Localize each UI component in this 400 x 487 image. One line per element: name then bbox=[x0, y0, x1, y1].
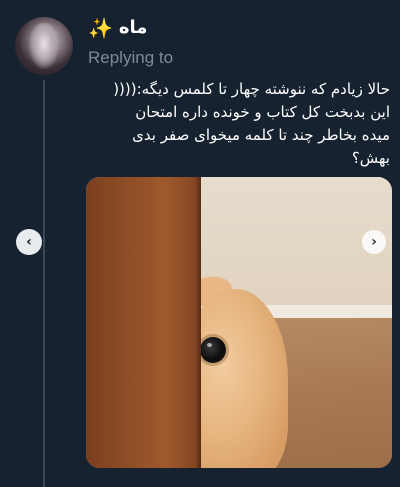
avatar[interactable] bbox=[15, 17, 73, 75]
tweet-text: حالا زیادم که ننوشته چهار تا کلمس دیگه:(… bbox=[88, 78, 390, 170]
tweet-media-image[interactable] bbox=[86, 177, 392, 468]
sparkles-icon: ✨ bbox=[88, 15, 113, 40]
replying-to-label: Replying to bbox=[88, 48, 174, 67]
chevron-right-icon: › bbox=[371, 234, 377, 250]
chevron-left-icon: ‹ bbox=[26, 234, 32, 250]
author-row[interactable]: ✨ ماه bbox=[88, 17, 147, 38]
tweet-text-line: حالا زیادم که ننوشته چهار تا کلمس دیگه:(… bbox=[113, 80, 390, 98]
author-name[interactable]: ماه bbox=[119, 17, 148, 38]
tweet-reply-screen: ✨ ماه Replying to حالا زیادم که ننوشته چ… bbox=[0, 0, 400, 487]
tweet-text-line: این بدبخت کل کتاب و خونده داره امتحان bbox=[135, 103, 390, 121]
door bbox=[86, 177, 201, 468]
thread-line bbox=[43, 80, 45, 487]
tweet-text-line: میده بخاطر چند تا کلمه میخوای صفر بدی bbox=[132, 126, 390, 144]
cat-eye bbox=[200, 337, 226, 363]
carousel-next-button[interactable]: › bbox=[362, 230, 386, 254]
tweet-text-line: بهش؟ bbox=[351, 149, 390, 167]
carousel-prev-button[interactable]: ‹ bbox=[16, 229, 42, 255]
